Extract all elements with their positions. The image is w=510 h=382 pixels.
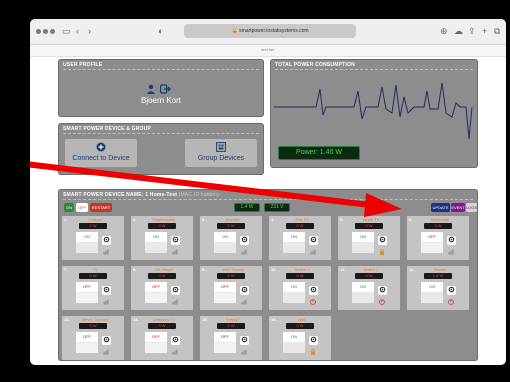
browser-window: ▭ ‹ › ◐ 🔒 smartpower.iostaksystems.com ⊕…	[30, 19, 506, 365]
red-arrow-annotation	[30, 161, 402, 217]
